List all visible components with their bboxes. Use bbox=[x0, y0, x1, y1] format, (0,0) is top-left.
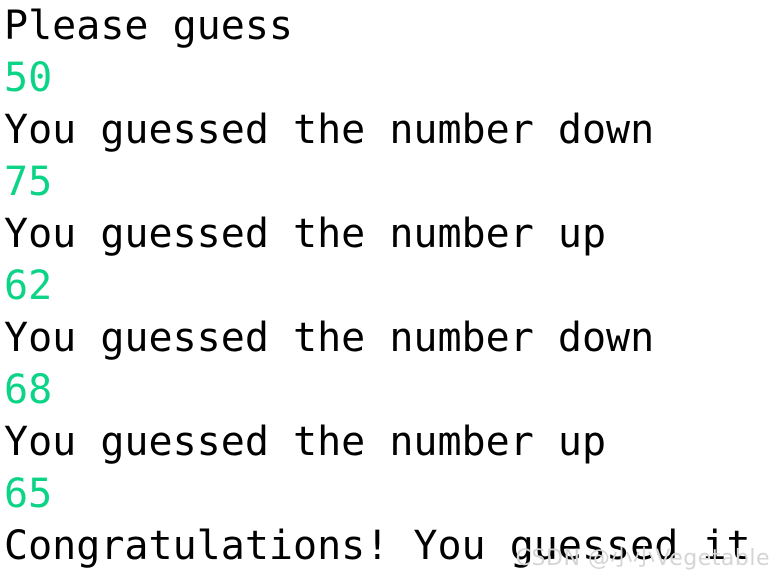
console-line-user-input: 75 bbox=[4, 159, 53, 205]
console-output-area[interactable]: Please guess 50 You guessed the number d… bbox=[0, 0, 776, 578]
console-line: Please guess bbox=[4, 3, 293, 49]
console-line-user-input: 62 bbox=[4, 263, 53, 309]
console-line: Congratulations! You guessed it bbox=[4, 523, 751, 569]
console-line: You guessed the number down bbox=[4, 107, 655, 153]
console-line-user-input: 68 bbox=[4, 367, 53, 413]
console-line: You guessed the number up bbox=[4, 211, 607, 257]
console-line: You guessed the number down bbox=[4, 315, 655, 361]
console-line-user-input: 65 bbox=[4, 471, 53, 517]
console-line: You guessed the number up bbox=[4, 419, 607, 465]
console-line-user-input: 50 bbox=[4, 55, 53, 101]
